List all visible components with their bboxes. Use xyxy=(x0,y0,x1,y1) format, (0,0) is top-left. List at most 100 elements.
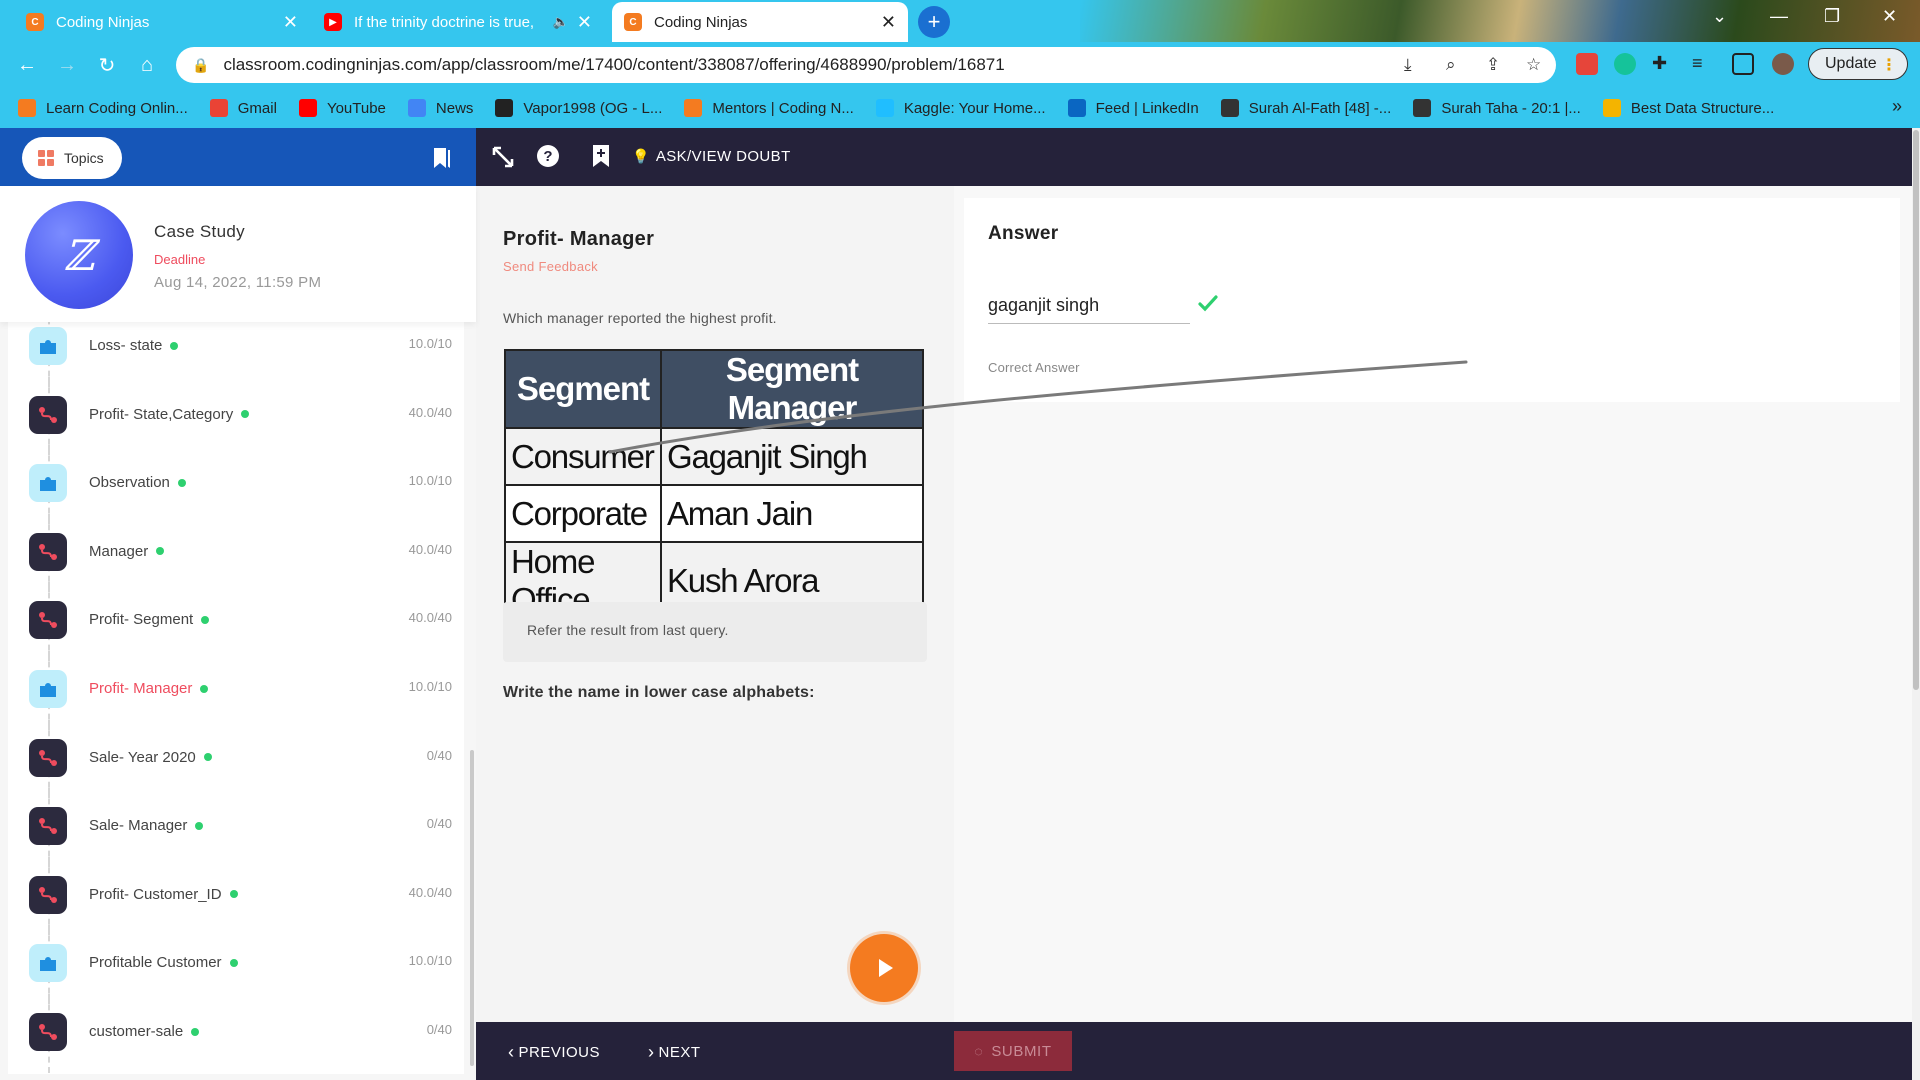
page-scrollbar[interactable] xyxy=(1912,128,1920,1080)
code-problem-icon xyxy=(29,807,67,846)
video-play-button[interactable] xyxy=(850,934,918,1002)
completed-dot-icon xyxy=(191,1027,200,1036)
topic-name: Observation xyxy=(89,474,186,491)
bookmark-item[interactable]: YouTube xyxy=(298,99,386,117)
forward-arrow-icon[interactable]: → xyxy=(52,50,82,80)
bookmark-label: YouTube xyxy=(326,99,386,117)
sidebar-item-topic[interactable]: Profitable Customer 10.0/10 xyxy=(8,925,464,1004)
quran-icon xyxy=(1413,99,1432,117)
problem-panel: Profit- Manager Send Feedback Which mana… xyxy=(476,186,954,1022)
topic-score: 40.0/40 xyxy=(408,404,452,420)
help-icon[interactable]: ? xyxy=(536,144,560,168)
topics-button[interactable]: Topics xyxy=(22,137,122,179)
bookmark-item[interactable]: Mentors | Coding N... xyxy=(684,99,854,117)
more-bookmarks-icon[interactable]: » xyxy=(1892,96,1902,117)
extension-badge-icon[interactable] xyxy=(1576,53,1598,75)
page-scrollbar-thumb[interactable] xyxy=(1913,130,1919,690)
sidebar-item-topic[interactable]: Sale- Manager 0/40 xyxy=(8,788,464,867)
close-tab-icon[interactable]: ✕ xyxy=(881,12,896,33)
bookmarks-icon[interactable] xyxy=(432,146,452,170)
bookmark-item[interactable]: Surah Taha - 20:1 |... xyxy=(1413,99,1581,117)
more-menu-icon[interactable]: ⋮ xyxy=(1881,55,1897,75)
restore-icon[interactable]: ❐ xyxy=(1824,6,1840,27)
new-tab-button[interactable]: + xyxy=(918,6,950,38)
answer-input[interactable] xyxy=(988,288,1190,324)
bookmark-item[interactable]: Best Data Structure... xyxy=(1602,99,1774,117)
bookmark-item[interactable]: Feed | LinkedIn xyxy=(1067,99,1199,117)
close-tab-icon[interactable]: ✕ xyxy=(577,12,592,33)
topic-label: Profit- State,Category xyxy=(89,405,234,423)
bookmark-item[interactable]: Surah Al-Fath [48] -... xyxy=(1220,99,1391,117)
topic-label: Sale- Year 2020 xyxy=(89,748,196,766)
deadline-label: Deadline xyxy=(154,252,206,267)
topic-name: Loss- state xyxy=(89,337,179,354)
table-row: Corporate Aman Jain xyxy=(504,484,924,543)
sidebar-item-topic[interactable]: Observation 10.0/10 xyxy=(8,445,464,524)
extensions-puzzle-icon[interactable]: ✚ xyxy=(1652,53,1674,75)
reload-icon[interactable]: ↻ xyxy=(92,50,122,80)
install-app-icon[interactable]: ⤓ xyxy=(1404,55,1412,75)
problem-question: Which manager reported the highest profi… xyxy=(503,310,777,326)
bookmark-item[interactable]: Learn Coding Onlin... xyxy=(18,99,188,117)
bookmark-problem-icon[interactable] xyxy=(592,144,610,168)
answer-status: Correct Answer xyxy=(988,360,1080,375)
table-header-row: Segment Segment Manager xyxy=(504,349,924,429)
url-text[interactable]: classroom.codingninjas.com/app/classroom… xyxy=(223,55,1004,75)
bookmark-item[interactable]: Gmail xyxy=(209,99,277,117)
sidebar-scrollbar[interactable] xyxy=(470,750,474,1066)
case-study-title: Case Study xyxy=(154,222,245,241)
back-arrow-icon[interactable]: ← xyxy=(12,50,42,80)
submit-button[interactable]: ◌ SUBMIT xyxy=(954,1031,1072,1071)
next-button[interactable]: › NEXT xyxy=(648,1042,701,1063)
sidebar-item-topic[interactable]: Sale- Year 2020 0/40 xyxy=(8,719,464,799)
close-tab-icon[interactable]: ✕ xyxy=(283,12,298,33)
sidebar-item-topic[interactable]: customer-sale 0/40 xyxy=(8,994,464,1073)
bookmark-item[interactable]: News xyxy=(407,99,474,117)
bookmark-item[interactable]: Vapor1998 (OG - L... xyxy=(495,99,662,117)
sidebar-item-topic[interactable]: Profit- Segment 40.0/40 xyxy=(8,582,464,661)
side-panel-icon[interactable] xyxy=(1732,53,1754,75)
sidebar-item-topic[interactable]: Profit- Customer_ID 40.0/40 xyxy=(8,856,464,936)
address-bar[interactable]: 🔒 classroom.codingninjas.com/app/classro… xyxy=(176,47,1556,83)
sidebar-item-topic[interactable]: Profit- Manager 10.0/10 xyxy=(8,651,464,730)
completed-dot-icon xyxy=(200,684,209,693)
lock-icon[interactable]: 🔒 xyxy=(192,57,209,74)
google-news-icon xyxy=(407,99,426,117)
zoom-icon[interactable]: ⌕ xyxy=(1446,55,1456,75)
bookmark-item[interactable]: Kaggle: Your Home... xyxy=(875,99,1046,117)
bookmark-star-icon[interactable]: ☆ xyxy=(1526,55,1541,75)
browser-tab-coding-ninjas-1[interactable]: C Coding Ninjas ✕ xyxy=(14,2,310,42)
previous-button[interactable]: ‹ PREVIOUS xyxy=(508,1042,600,1063)
answer-card: Answer Correct Answer xyxy=(964,198,1900,402)
coding-ninjas-favicon-icon: C xyxy=(26,13,44,31)
share-icon[interactable]: ⇪ xyxy=(1486,55,1500,75)
media-control-icon[interactable]: ≡ xyxy=(1692,53,1714,75)
grammarly-icon[interactable] xyxy=(1614,53,1636,75)
table-header-cell: Segment Manager xyxy=(660,349,924,429)
sidebar-item-topic[interactable]: Profit- State,Category 40.0/40 xyxy=(8,376,464,456)
problem-title: Profit- Manager xyxy=(503,228,655,250)
profile-avatar[interactable] xyxy=(1772,53,1794,75)
sidebar-item-topic[interactable]: Manager 40.0/40 xyxy=(8,513,464,593)
browser-tab-coding-ninjas-active[interactable]: C Coding Ninjas ✕ xyxy=(612,2,908,42)
ask-view-doubt-button[interactable]: 💡 ASK/VIEW DOUBT xyxy=(632,148,791,165)
mcq-puzzle-icon xyxy=(29,670,67,708)
sidebar-item-topic[interactable]: Loss- state 10.0/10 xyxy=(8,312,464,387)
grid-icon xyxy=(38,150,54,166)
segment-manager-table: Segment Segment Manager Consumer Gaganji… xyxy=(504,349,924,621)
minimize-icon[interactable]: — xyxy=(1770,6,1788,27)
bookmark-label: News xyxy=(435,99,474,117)
code-problem-icon xyxy=(29,532,67,571)
close-window-icon[interactable]: ✕ xyxy=(1882,6,1897,27)
expand-icon[interactable] xyxy=(492,146,514,168)
svg-text:?: ? xyxy=(543,148,552,165)
topic-name: Profit- State,Category xyxy=(89,405,250,423)
send-feedback-link[interactable]: Send Feedback xyxy=(503,259,598,274)
completed-dot-icon xyxy=(177,478,186,487)
topic-name: Profit- Customer_ID xyxy=(89,886,238,903)
home-icon[interactable]: ⌂ xyxy=(132,50,162,80)
update-button[interactable]: Update ⋮ xyxy=(1808,48,1908,80)
mute-tab-icon[interactable]: 🔈 xyxy=(553,14,569,30)
browser-tab-youtube[interactable]: ▶ If the trinity doctrine is true, 🔈 ✕ xyxy=(312,2,604,42)
tab-search-chevron-icon[interactable]: ⌄ xyxy=(1712,6,1727,27)
